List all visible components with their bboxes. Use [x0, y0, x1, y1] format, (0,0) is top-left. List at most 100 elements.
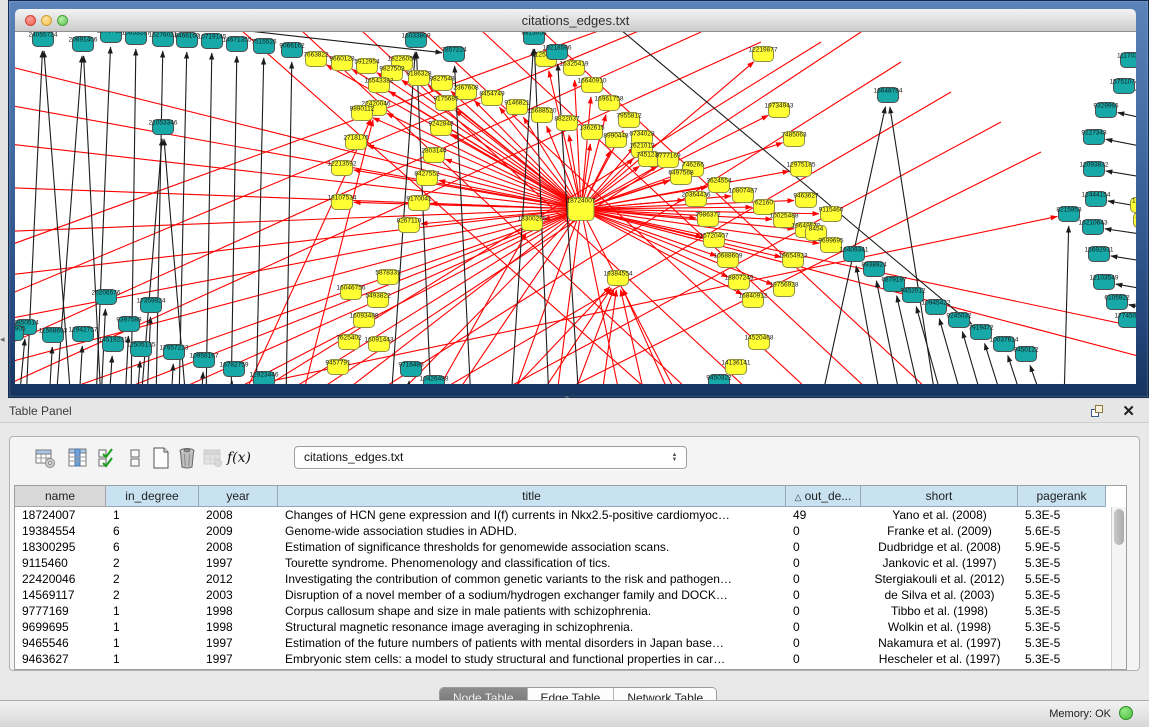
scrollbar-thumb[interactable]	[1114, 509, 1124, 545]
table-cell[interactable]: 5.9E-5	[1018, 539, 1106, 555]
table-cell[interactable]: 22420046	[15, 571, 106, 587]
table-cell[interactable]: 18724007	[15, 507, 106, 523]
table-cell[interactable]: 5.3E-5	[1018, 635, 1106, 651]
table-cell[interactable]: 1997	[199, 651, 278, 667]
column-header-out_de[interactable]: △out_de...	[786, 486, 861, 507]
table-cell[interactable]: Embryonic stem cells: a model to study s…	[278, 651, 786, 667]
table-row[interactable]: 969969511998Structural magnetic resonanc…	[15, 619, 1126, 635]
panel-splitter-handle[interactable]: ⌃	[560, 397, 574, 403]
table-cell[interactable]: Nakamura et al. (1997)	[861, 635, 1018, 651]
table-cell[interactable]: Yano et al. (2008)	[861, 507, 1018, 523]
table-cell[interactable]: 0	[786, 651, 861, 667]
table-cell[interactable]: 2012	[199, 571, 278, 587]
table-cell[interactable]: Tibbo et al. (1998)	[861, 603, 1018, 619]
table-cell[interactable]: de Silva et al. (2003)	[861, 587, 1018, 603]
create-column-button[interactable]	[148, 445, 174, 471]
table-cell[interactable]: Changes of HCN gene expression and I(f) …	[278, 507, 786, 523]
column-visibility-button[interactable]	[65, 445, 91, 471]
table-cell[interactable]: Tourette syndrome. Phenomenology and cla…	[278, 555, 786, 571]
table-cell[interactable]: Corpus callosum shape and size in male p…	[278, 603, 786, 619]
table-cell[interactable]: 6	[106, 539, 199, 555]
table-cell[interactable]: 2	[106, 571, 199, 587]
table-cell[interactable]: 19384554	[15, 523, 106, 539]
table-cell[interactable]: 0	[786, 603, 861, 619]
table-cell[interactable]: 1	[106, 635, 199, 651]
table-cell[interactable]: Wolkin et al. (1998)	[861, 619, 1018, 635]
column-header-short[interactable]: short	[861, 486, 1018, 507]
table-cell[interactable]: Structural magnetic resonance image aver…	[278, 619, 786, 635]
table-cell[interactable]: 1	[106, 619, 199, 635]
table-cell[interactable]: 5.3E-5	[1018, 603, 1106, 619]
column-header-name[interactable]: name	[15, 486, 106, 507]
table-cell[interactable]: 9699695	[15, 619, 106, 635]
table-cell[interactable]: Jankovic et al. (1997)	[861, 555, 1018, 571]
table-cell[interactable]: 2008	[199, 539, 278, 555]
table-cell[interactable]: 2003	[199, 587, 278, 603]
table-cell[interactable]: 18300295	[15, 539, 106, 555]
table-cell[interactable]: 6	[106, 523, 199, 539]
table-cell[interactable]: 5.3E-5	[1018, 555, 1106, 571]
table-cell[interactable]: 1	[106, 603, 199, 619]
table-cell[interactable]: 9115460	[15, 555, 106, 571]
table-cell[interactable]: 1	[106, 651, 199, 667]
table-cell[interactable]: 5.6E-5	[1018, 523, 1106, 539]
table-cell[interactable]: 0	[786, 635, 861, 651]
table-cell[interactable]: 5.5E-5	[1018, 571, 1106, 587]
table-cell[interactable]: Stergiakouli et al. (2012)	[861, 571, 1018, 587]
network-canvas[interactable]: 1872400776638229660128591295418226058982…	[15, 32, 1136, 384]
table-cell[interactable]: 5.3E-5	[1018, 651, 1106, 667]
table-cell[interactable]: 5.3E-5	[1018, 587, 1106, 603]
table-cell[interactable]: 49	[786, 507, 861, 523]
table-cell[interactable]: 9777169	[15, 603, 106, 619]
table-cell[interactable]: 1998	[199, 619, 278, 635]
table-cell[interactable]: 9463627	[15, 651, 106, 667]
table-scrollbar[interactable]	[1111, 507, 1126, 669]
window-titlebar[interactable]: citations_edges.txt	[15, 9, 1136, 32]
select-rows-button[interactable]	[94, 445, 120, 471]
table-cell[interactable]: 9465546	[15, 635, 106, 651]
table-cell[interactable]: 5.3E-5	[1018, 619, 1106, 635]
table-cell[interactable]: 5.3E-5	[1018, 507, 1106, 523]
table-cell[interactable]: 0	[786, 539, 861, 555]
column-header-pagerank[interactable]: pagerank	[1018, 486, 1106, 507]
table-cell[interactable]: 0	[786, 555, 861, 571]
table-cell[interactable]: 0	[786, 619, 861, 635]
table-cell[interactable]: Hescheler et al. (1997)	[861, 651, 1018, 667]
table-cell[interactable]: 0	[786, 587, 861, 603]
table-cell[interactable]: 1997	[199, 555, 278, 571]
table-cell[interactable]: 2	[106, 587, 199, 603]
table-cell[interactable]: 1998	[199, 603, 278, 619]
table-row[interactable]: 1872400712008Changes of HCN gene express…	[15, 507, 1126, 523]
west-panel-collapse-arrow[interactable]: ◂	[0, 332, 8, 346]
table-options-button[interactable]	[32, 445, 58, 471]
table-row[interactable]: 1938455462009Genome-wide association stu…	[15, 523, 1126, 539]
table-cell[interactable]: Investigating the contribution of common…	[278, 571, 786, 587]
table-row[interactable]: 1830029562008Estimation of significance …	[15, 539, 1126, 555]
table-cell[interactable]: 0	[786, 523, 861, 539]
table-row[interactable]: 977716911998Corpus callosum shape and si…	[15, 603, 1126, 619]
table-cell[interactable]: Franke et al. (2009)	[861, 523, 1018, 539]
function-builder-button[interactable]: f(x)	[226, 445, 252, 471]
memory-ok-indicator[interactable]	[1119, 706, 1133, 720]
table-cell[interactable]: Disruption of a novel member of a sodium…	[278, 587, 786, 603]
column-header-year[interactable]: year	[199, 486, 278, 507]
table-cell[interactable]: 1	[106, 507, 199, 523]
column-header-in_degree[interactable]: in_degree	[106, 486, 199, 507]
table-cell[interactable]: 1997	[199, 635, 278, 651]
table-row[interactable]: 946554611997Estimation of the future num…	[15, 635, 1126, 651]
table-cell[interactable]: Dudbridge et al. (2008)	[861, 539, 1018, 555]
table-row[interactable]: 2242004622012Investigating the contribut…	[15, 571, 1126, 587]
table-cell[interactable]: 2	[106, 555, 199, 571]
float-panel-icon[interactable]	[1090, 403, 1107, 420]
delete-table-button[interactable]	[174, 445, 200, 471]
close-panel-icon[interactable]: ✕	[1122, 402, 1135, 420]
table-cell[interactable]: Estimation of the future numbers of pati…	[278, 635, 786, 651]
table-row[interactable]: 946362711997Embryonic stem cells: a mode…	[15, 651, 1126, 667]
table-cell[interactable]: 14569117	[15, 587, 106, 603]
table-cell[interactable]: 2008	[199, 507, 278, 523]
table-row[interactable]: 1456911722003Disruption of a novel membe…	[15, 587, 1126, 603]
table-row[interactable]: 911546021997Tourette syndrome. Phenomeno…	[15, 555, 1126, 571]
table-cell[interactable]: 0	[786, 571, 861, 587]
table-cell[interactable]: Genome-wide association studies in ADHD.	[278, 523, 786, 539]
table-select-combobox[interactable]: citations_edges.txt ▲▼	[294, 446, 687, 469]
